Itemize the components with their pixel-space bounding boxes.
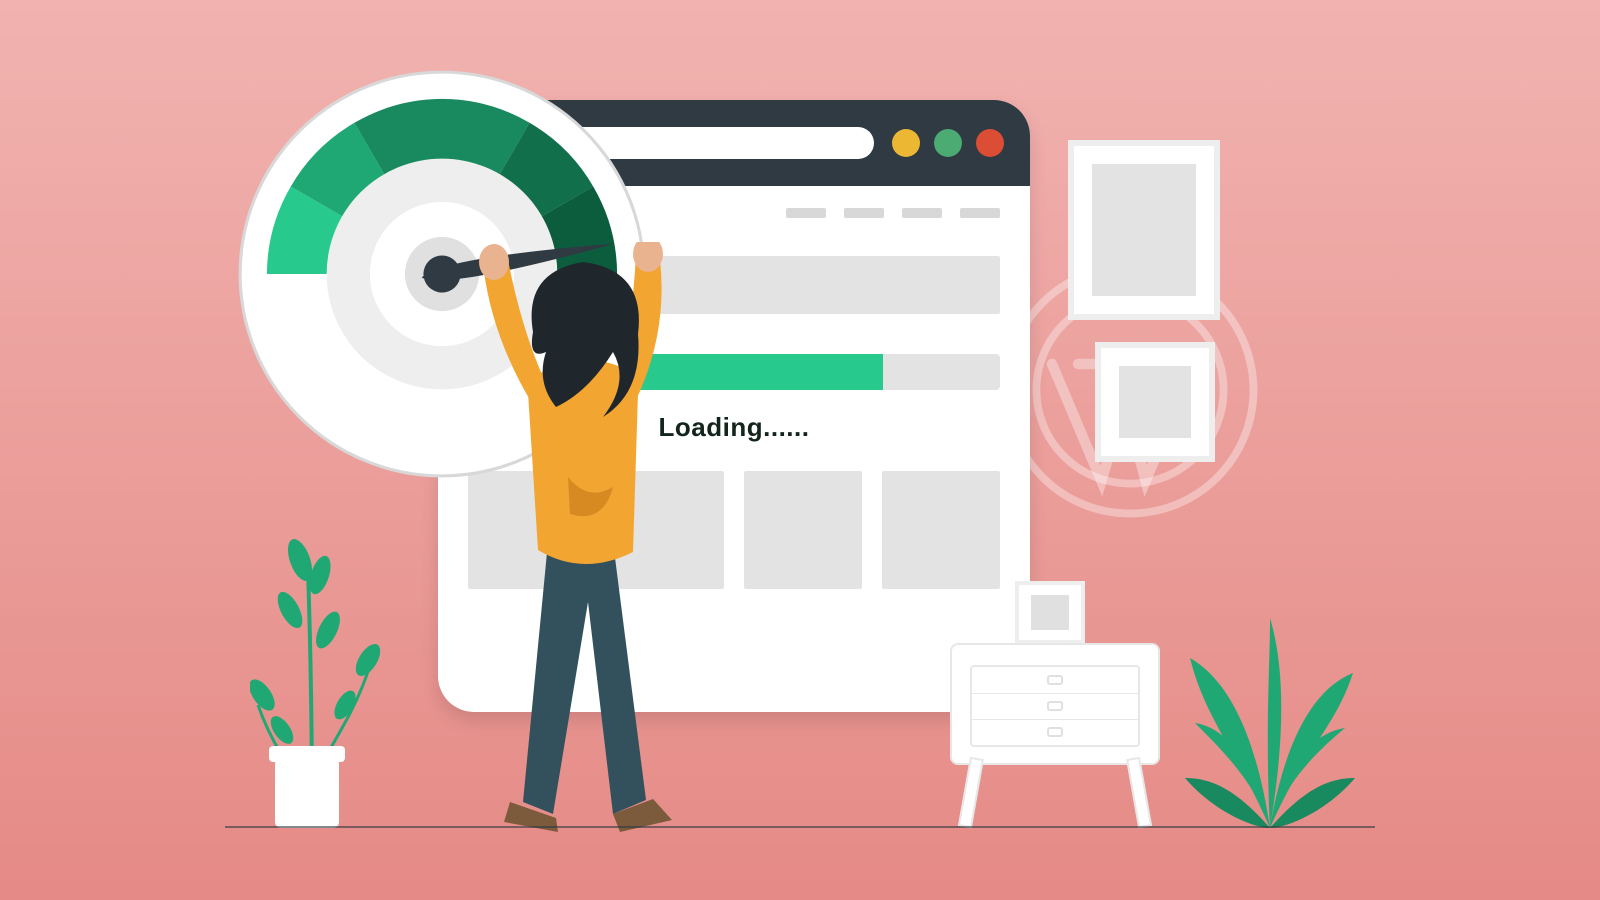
- thumbnail: [744, 471, 862, 589]
- plant-right-icon: [1175, 578, 1365, 828]
- wall-frame: [1068, 140, 1220, 320]
- minimize-dot-icon[interactable]: [892, 129, 920, 157]
- thumbnail: [882, 471, 1000, 589]
- side-table: [950, 643, 1160, 828]
- plant-pot: [275, 758, 339, 828]
- desk-picture-frame: [1015, 581, 1085, 644]
- illustration-stage: Loading......: [0, 0, 1600, 900]
- person-illustration: [438, 242, 738, 832]
- window-controls: [892, 129, 1004, 157]
- maximize-dot-icon[interactable]: [934, 129, 962, 157]
- ground-line: [225, 826, 1375, 828]
- wall-frame: [1095, 342, 1215, 462]
- close-dot-icon[interactable]: [976, 129, 1004, 157]
